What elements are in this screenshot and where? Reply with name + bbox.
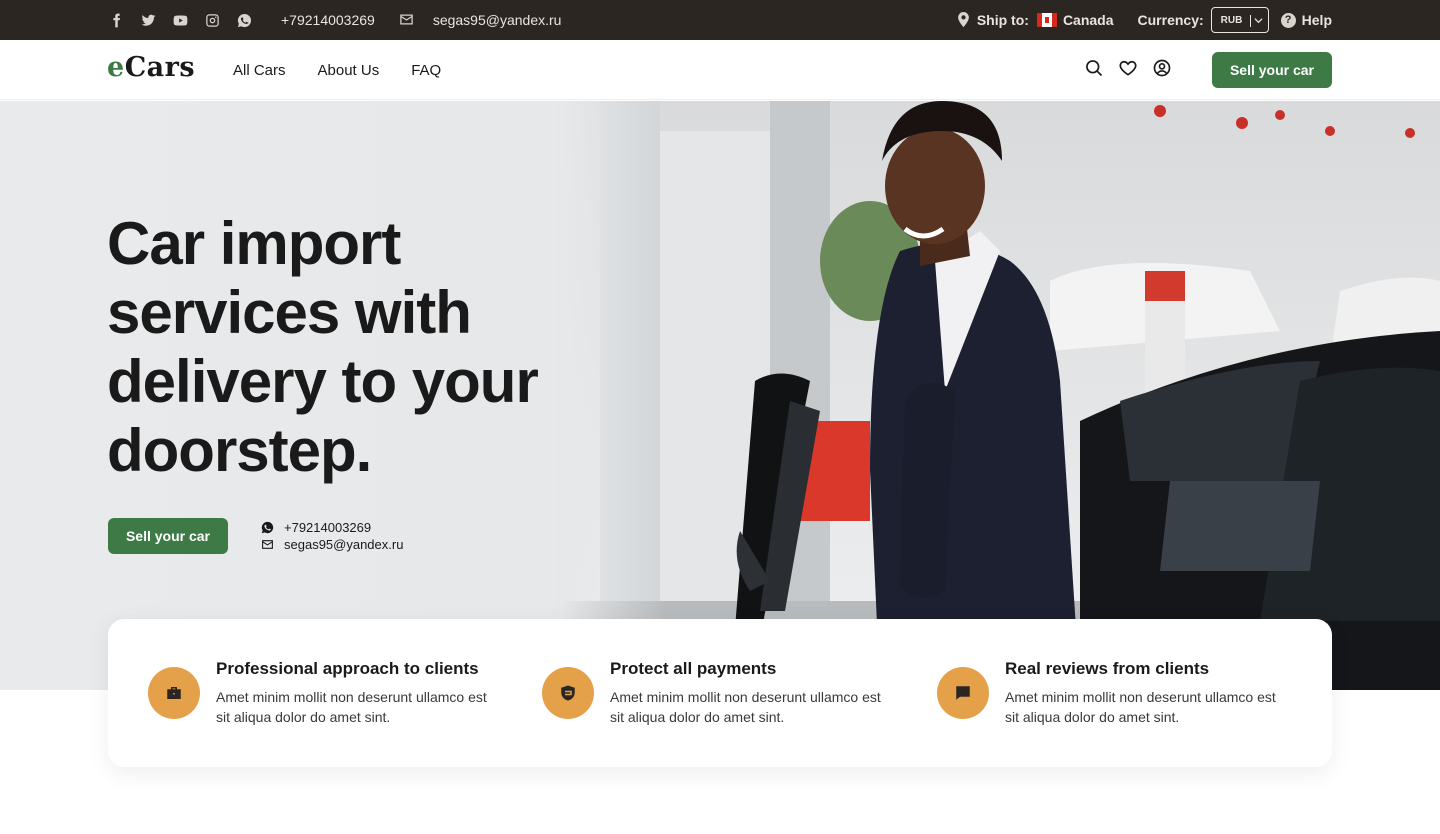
mail-icon — [261, 538, 274, 551]
canada-flag-icon — [1036, 13, 1057, 27]
nav-all-cars[interactable]: All Cars — [233, 62, 286, 79]
hero-phone[interactable]: +79214003269 — [284, 519, 371, 536]
hero-email[interactable]: segas95@yandex.ru — [284, 536, 403, 553]
top-bar: +79214003269 segas95@yandex.ru Ship to: … — [0, 0, 1440, 40]
ship-country[interactable]: Canada — [1063, 12, 1114, 28]
youtube-icon[interactable] — [171, 11, 189, 29]
facebook-icon[interactable] — [107, 11, 125, 29]
hero-sell-car-button[interactable]: Sell your car — [108, 518, 228, 554]
features-card: Professional approach to clients Amet mi… — [108, 619, 1332, 767]
twitter-icon[interactable] — [139, 11, 157, 29]
hero-photo — [560, 101, 1440, 690]
payment-shield-icon — [542, 667, 594, 719]
mail-icon — [399, 12, 415, 28]
topbar-phone[interactable]: +79214003269 — [281, 12, 375, 28]
header-sell-car-button[interactable]: Sell your car — [1212, 52, 1332, 88]
heart-icon[interactable] — [1118, 58, 1138, 78]
feature-title: Real reviews from clients — [1005, 659, 1210, 678]
hero-section: Car import services with delivery to you… — [0, 101, 1440, 690]
feature-text: Amet minim mollit non deserunt ullamco e… — [610, 689, 881, 725]
briefcase-icon — [148, 667, 200, 719]
location-pin-icon — [957, 12, 971, 28]
help-link[interactable]: Help — [1302, 12, 1332, 28]
help-icon: ? — [1280, 12, 1296, 28]
nav-faq[interactable]: FAQ — [411, 62, 441, 79]
social-links — [107, 11, 253, 29]
review-icon — [937, 667, 989, 719]
nav-about-us[interactable]: About Us — [318, 62, 380, 79]
user-icon[interactable] — [1152, 58, 1172, 78]
feature-title: Professional approach to clients — [216, 659, 479, 678]
feature-text: Amet minim mollit non deserunt ullamco e… — [1005, 689, 1276, 725]
feature-title: Protect all payments — [610, 659, 777, 678]
chevron-down-icon — [1254, 18, 1263, 24]
logo[interactable]: eCars — [107, 52, 195, 83]
feature-text: Amet minim mollit non deserunt ullamco e… — [216, 689, 487, 725]
whatsapp-icon[interactable] — [235, 11, 253, 29]
hero-title: Car import services with delivery to you… — [107, 210, 539, 484]
instagram-icon[interactable] — [203, 11, 221, 29]
whatsapp-icon — [261, 521, 274, 534]
search-icon[interactable] — [1084, 58, 1104, 78]
currency-value: RUB — [1220, 14, 1243, 26]
hero-contacts: +79214003269 segas95@yandex.ru — [261, 519, 403, 553]
currency-label: Currency: — [1137, 12, 1204, 28]
topbar-email[interactable]: segas95@yandex.ru — [433, 12, 562, 28]
ship-to-label: Ship to: — [976, 12, 1029, 28]
currency-select[interactable]: RUB — [1210, 7, 1269, 33]
main-header: eCars All Cars About Us FAQ Sell your ca… — [0, 40, 1440, 100]
main-nav: All Cars About Us FAQ — [233, 40, 441, 100]
